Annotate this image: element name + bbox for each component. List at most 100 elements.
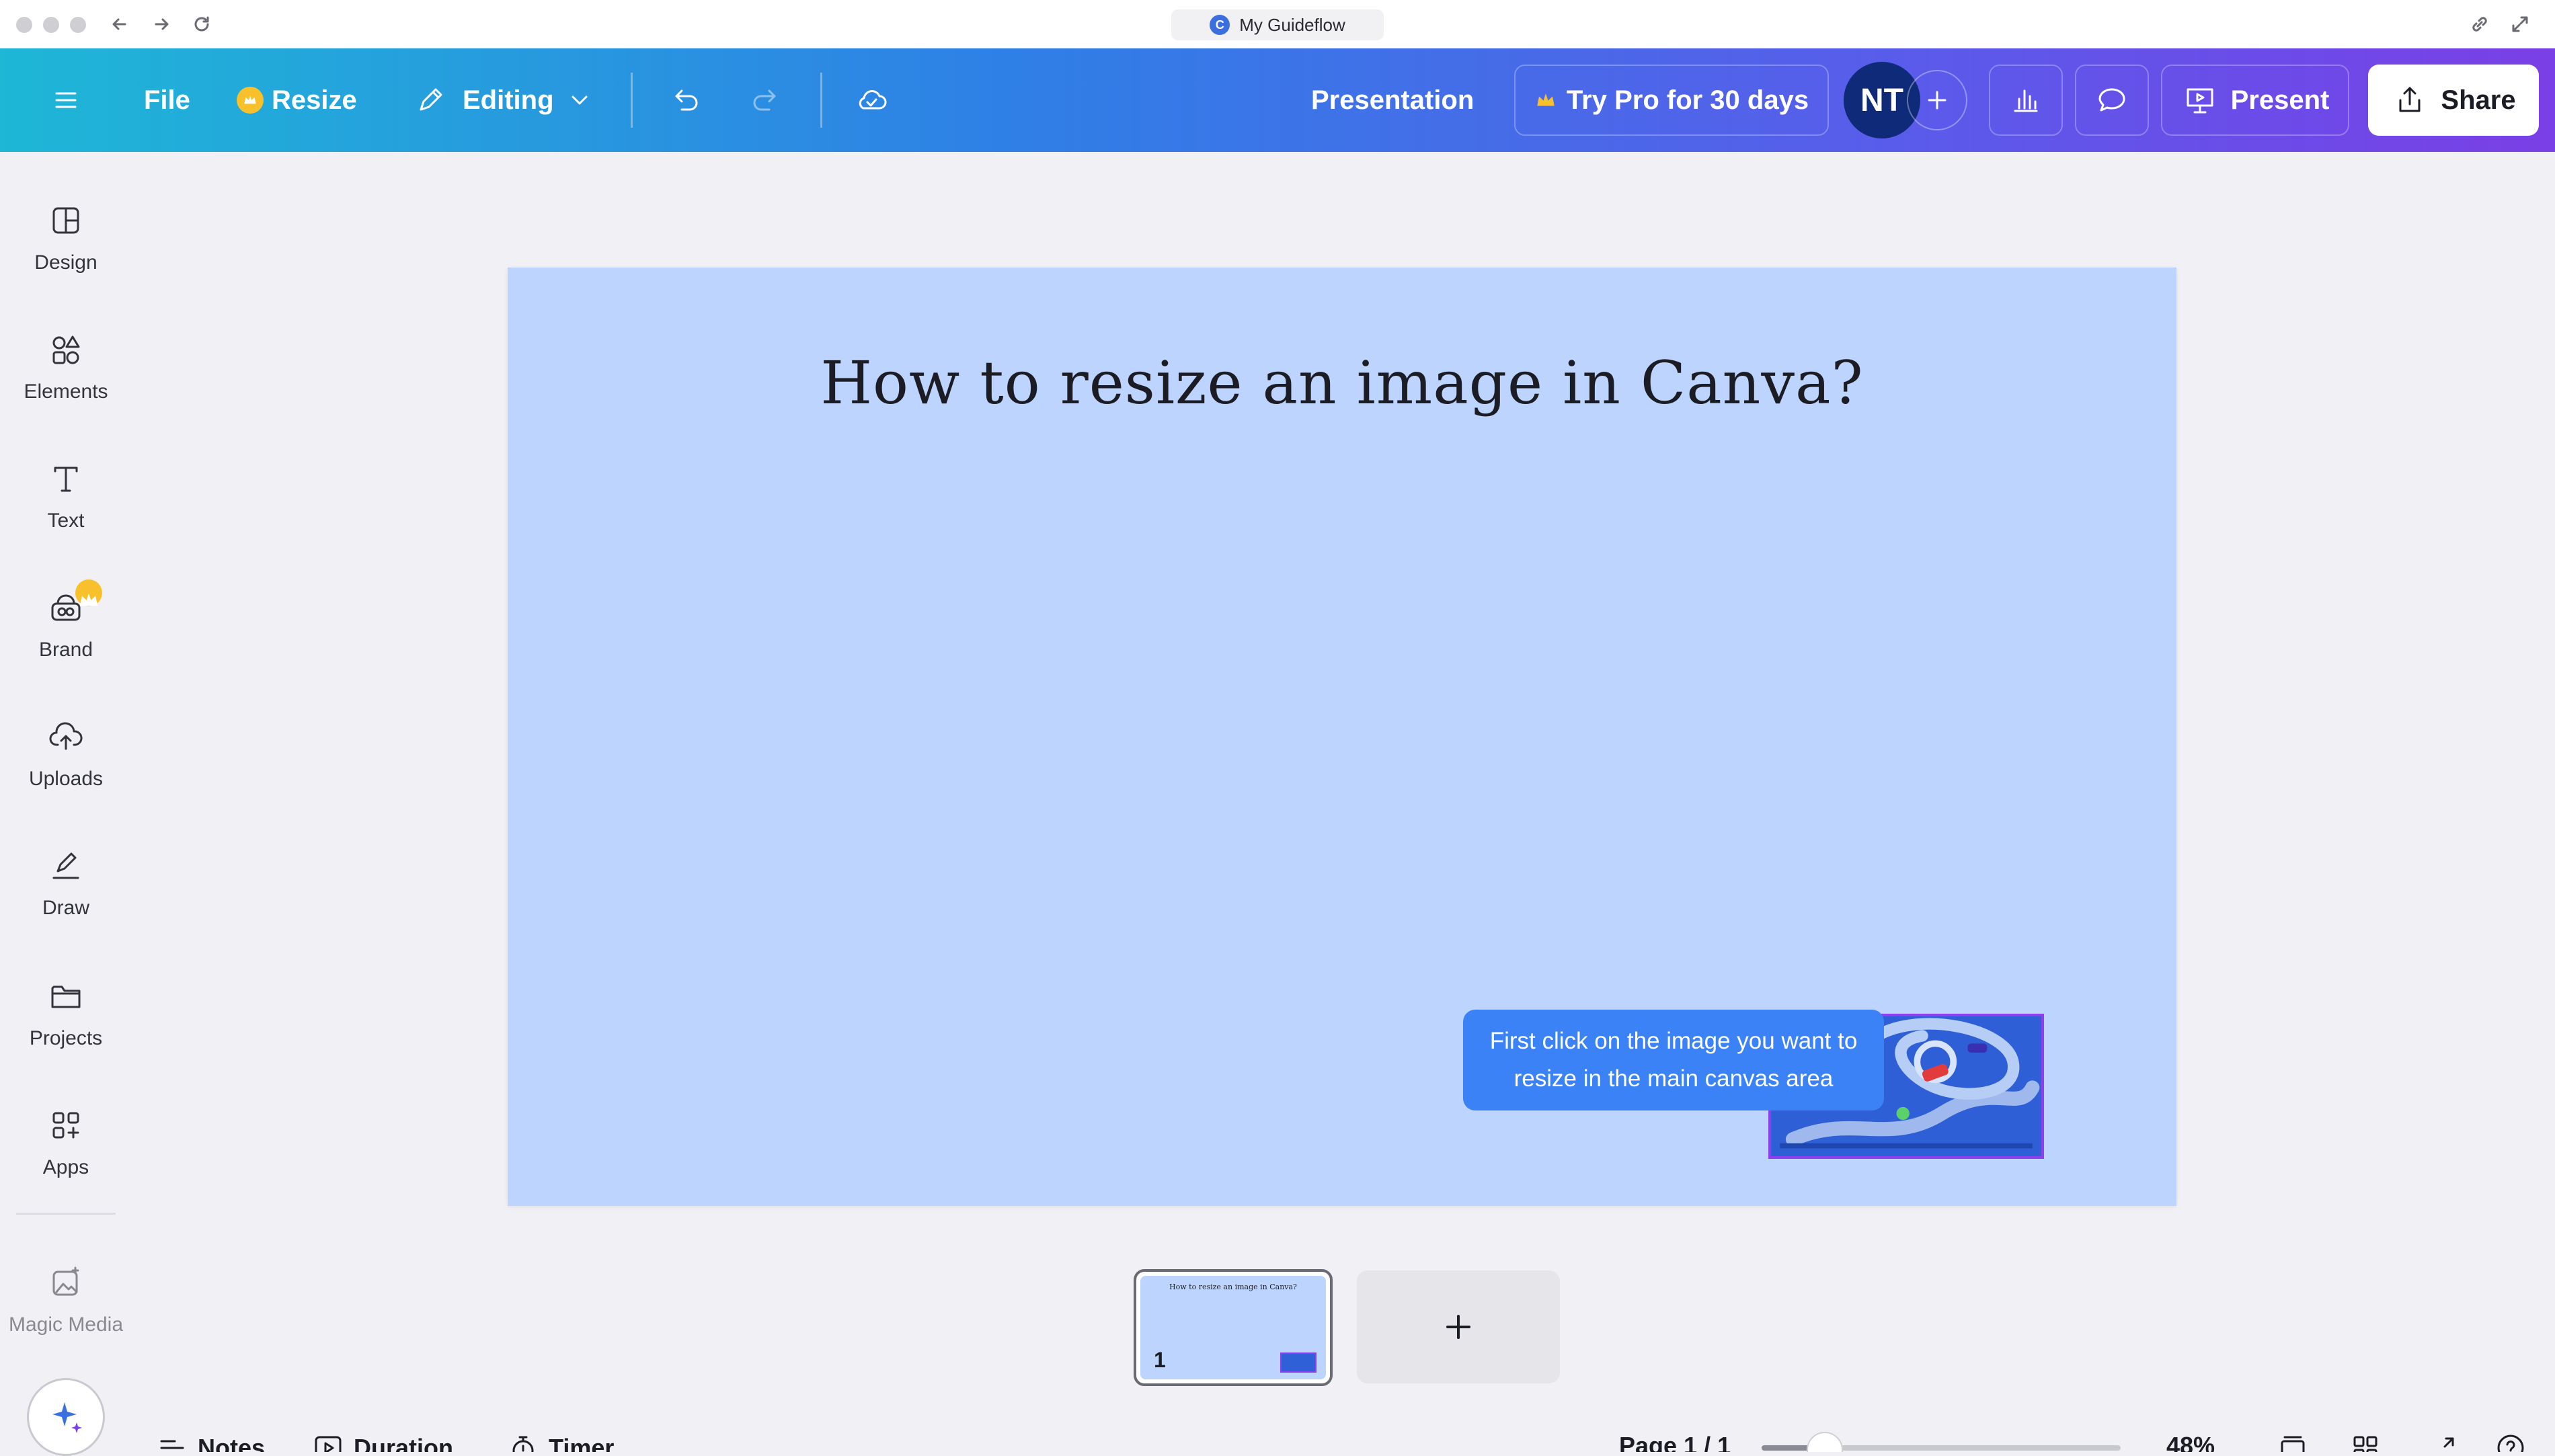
window-maximize-button[interactable] [70, 17, 86, 33]
magic-media-icon [52, 1266, 79, 1296]
share-button[interactable]: Share [2368, 65, 2539, 136]
notes-button[interactable]: Notes [156, 1432, 265, 1452]
guideflow-logo-icon: C [1210, 15, 1230, 35]
comment-icon [2098, 88, 2125, 112]
notes-label: Notes [198, 1434, 266, 1452]
sidebar-item-design[interactable]: Design [0, 186, 132, 293]
hamburger-menu-icon [55, 92, 77, 108]
zoom-slider-handle[interactable] [1807, 1432, 1844, 1452]
main-menu-button[interactable] [47, 48, 85, 152]
page-indicator-text: Page 1 / 1 [1619, 1432, 1731, 1452]
help-icon [2497, 1434, 2524, 1452]
plus-icon [1446, 1315, 1470, 1339]
back-arrow-icon[interactable] [108, 12, 132, 36]
layout-icon [52, 207, 79, 234]
help-button[interactable] [2494, 1432, 2527, 1452]
toolbar-divider [631, 73, 633, 128]
crown-icon [237, 87, 264, 114]
cloud-check-icon [859, 90, 887, 110]
try-pro-label: Try Pro for 30 days [1566, 85, 1809, 115]
file-label: File [144, 85, 190, 115]
sidebar-item-label: Brand [38, 639, 93, 661]
sidebar-divider [16, 1213, 116, 1215]
sidebar-item-label: Magic Media [8, 1313, 124, 1336]
page-thumbnail-image [1280, 1352, 1316, 1373]
avatar-initials: NT [1860, 82, 1903, 118]
sidebar-item-label: Apps [42, 1156, 89, 1178]
sidebar-item-label: Text [47, 510, 85, 532]
duration-button[interactable]: Duration [312, 1432, 453, 1452]
forward-arrow-icon[interactable] [149, 12, 173, 36]
file-menu-button[interactable]: File [144, 48, 190, 152]
sidebar-item-label: Uploads [28, 768, 104, 790]
sidebar-item-text[interactable]: Text [0, 444, 132, 551]
slide-title[interactable]: How to resize an image in Canva? [508, 348, 2176, 417]
fullscreen-icon [2443, 1437, 2454, 1448]
pages-view-button[interactable] [2277, 1432, 2309, 1452]
doc-type-text: Presentation [1311, 85, 1475, 115]
sidebar-item-label: Elements [24, 380, 108, 403]
cloud-upload-icon [49, 722, 83, 750]
pages-icon [2281, 1436, 2305, 1452]
apps-icon [52, 1112, 79, 1139]
play-box-icon [315, 1436, 342, 1452]
expand-icon[interactable] [2508, 12, 2532, 36]
sidebar-item-magic-media[interactable]: Magic Media [0, 1248, 132, 1355]
invite-collaborator-button[interactable] [1907, 70, 1967, 130]
bottom-bar: Notes Duration Timer Page 1 / 1 48% [0, 1412, 2555, 1452]
link-icon[interactable] [2468, 12, 2492, 36]
zoom-level[interactable]: 48% [2166, 1432, 2215, 1452]
present-button[interactable]: Present [2161, 65, 2349, 136]
reload-icon[interactable] [190, 12, 214, 36]
duration-label: Duration [354, 1434, 453, 1452]
guide-tooltip: First click on the image you want to res… [1463, 1010, 1884, 1110]
doc-type-label[interactable]: Presentation [1311, 48, 1474, 152]
crown-icon [1537, 93, 1555, 106]
window-close-button[interactable] [16, 17, 32, 33]
share-label: Share [2441, 85, 2516, 115]
editor-toolbar: File Resize Editing Presentation Try Pro… [0, 48, 2555, 152]
page-thumbnail-preview: How to resize an image in Canva? 1 [1140, 1276, 1326, 1379]
page-thumbnail-title: How to resize an image in Canva? [1169, 1283, 1297, 1291]
timer-button[interactable]: Timer [507, 1432, 614, 1452]
grid-view-button[interactable] [2349, 1432, 2382, 1452]
resize-button[interactable]: Resize [237, 48, 357, 152]
sidebar-item-projects[interactable]: Projects [0, 961, 132, 1069]
page-indicator[interactable]: Page 1 / 1 [1619, 1432, 1731, 1452]
save-status-button[interactable] [853, 48, 890, 152]
sidebar-item-apps[interactable]: Apps [0, 1090, 132, 1198]
stopwatch-icon [512, 1436, 534, 1452]
insights-button[interactable] [1989, 65, 2063, 136]
shapes-icon [52, 335, 80, 364]
sidebar-item-draw[interactable]: Draw [0, 831, 132, 938]
browser-bar: C My Guideflow [0, 0, 2555, 50]
try-pro-button[interactable]: Try Pro for 30 days [1514, 65, 1829, 136]
sidebar-item-label: Draw [42, 897, 89, 919]
editing-mode-dropdown[interactable]: Editing [411, 48, 593, 152]
sidebar-item-uploads[interactable]: Uploads [0, 702, 132, 809]
window-minimize-button[interactable] [43, 17, 59, 33]
present-screen-icon [2187, 88, 2213, 114]
bar-chart-icon [2014, 89, 2038, 112]
sparkle-icon [52, 1402, 82, 1433]
notes-icon [160, 1440, 184, 1449]
sidebar-item-label: Projects [29, 1027, 103, 1049]
add-page-button[interactable] [1357, 1270, 1560, 1383]
undo-button[interactable] [666, 48, 703, 152]
fullscreen-button[interactable] [2427, 1432, 2460, 1452]
toolbar-divider [820, 73, 822, 128]
redo-button[interactable] [748, 48, 785, 152]
pen-icon [52, 852, 79, 879]
magic-assistant-button[interactable] [27, 1378, 105, 1456]
undo-icon [675, 89, 698, 111]
page-number: 1 [1154, 1348, 1166, 1372]
resize-label: Resize [272, 85, 357, 115]
sidebar-item-elements[interactable]: Elements [0, 315, 132, 422]
grid-icon [2353, 1436, 2377, 1452]
comments-button[interactable] [2075, 65, 2149, 136]
pro-crown-badge-icon [75, 579, 102, 606]
editing-label: Editing [463, 85, 554, 115]
page-thumbnail[interactable]: How to resize an image in Canva? 1 [1134, 1269, 1333, 1386]
address-bar[interactable]: C My Guideflow [1171, 9, 1384, 40]
sidebar-item-brand[interactable]: Brand [0, 573, 132, 680]
